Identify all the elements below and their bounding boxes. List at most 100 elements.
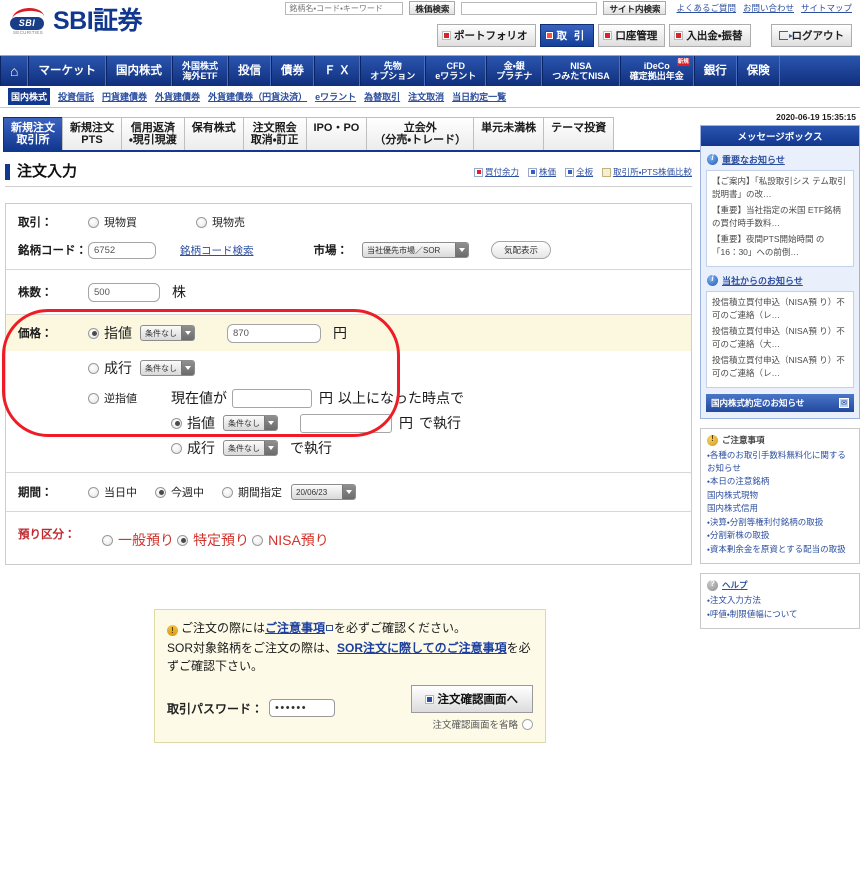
tab-margin-repayment[interactable]: 信用返済 ・現引現渡 (121, 117, 185, 150)
order-confirm-button[interactable]: 注文確認画面へ (410, 685, 533, 713)
radio-deposit-general[interactable]: 一般預り (102, 530, 174, 550)
radio-period-today[interactable]: 当日中 (88, 484, 137, 500)
buying-power-link[interactable]: 買付余力 (474, 166, 519, 178)
nav-market[interactable]: マーケット (28, 56, 106, 86)
nav-home[interactable]: ⌂ (0, 56, 29, 86)
nav-foreign-stock[interactable]: 外国株式 海外ETF (171, 56, 228, 86)
list-item[interactable]: ・呼値・制限値幅について (707, 608, 853, 621)
quantity-input[interactable] (88, 282, 160, 302)
tab-new-order-pts[interactable]: 新規注文 PTS (62, 117, 122, 150)
site-search-input[interactable] (461, 1, 598, 15)
stock-search-button[interactable]: 株価検索 (409, 1, 456, 15)
contact-link[interactable]: お問い合わせ (743, 2, 794, 14)
important-notice-link[interactable]: 重要なお知らせ (722, 153, 785, 166)
portfolio-button[interactable]: ポートフォリオ (437, 24, 536, 47)
list-item[interactable]: 投信積立買付申込（NISA預 り）不可のご連絡（レ… (712, 296, 848, 322)
tab-ipo-po[interactable]: IPO・PO (305, 117, 368, 150)
brand-logo[interactable]: SBI SECURITIES SBI証券 (10, 6, 143, 35)
tab-new-order-exchange[interactable]: 新規注文 取引所 (3, 117, 63, 150)
nav-cfd-ewarrant[interactable]: CFD eワラント (425, 56, 487, 86)
subnav-ewarrant[interactable]: eワラント (315, 90, 356, 103)
nav-ideco[interactable]: 新規 iDeCo 確定拠出年金 (619, 56, 694, 86)
nav-bank[interactable]: 銀行 (693, 56, 737, 86)
subnav-foreign-bonds-yen[interactable]: 外貨建債券（円貨決済） (208, 90, 307, 103)
limit-price-input[interactable] (227, 323, 321, 343)
list-item[interactable]: 【ご案内】「私設取引シス テム取引説明書」の改… (712, 175, 848, 201)
list-item[interactable]: 投信積立買付申込（NISA預 り）不可のご連絡（大… (712, 325, 848, 351)
radio-market-order[interactable]: 成行 (88, 358, 132, 378)
trade-button[interactable]: 取 引 (539, 24, 595, 47)
tab-odd-lot[interactable]: 単元未満株 (473, 117, 545, 150)
subnav-fx-trade[interactable]: 為替取引 (364, 90, 400, 103)
list-item[interactable]: ・本日の注意銘柄 (707, 475, 853, 488)
radio-deposit-specific[interactable]: 特定預り (177, 530, 249, 550)
period-date-select[interactable]: 20/06/23 (291, 484, 356, 500)
stop-trigger-input[interactable] (232, 388, 312, 408)
sitemap-link[interactable]: サイトマップ (801, 2, 852, 14)
trade-password-input[interactable] (269, 699, 336, 717)
company-notice-heading[interactable]: 当社からのお知らせ (707, 274, 854, 287)
logout-button[interactable]: ログアウト (770, 24, 852, 47)
subnav-foreign-bonds[interactable]: 外貨建債券 (155, 90, 200, 103)
limit-condition-select[interactable]: 条件なし (140, 325, 195, 341)
radio-sell-spot[interactable]: 現物売 (196, 214, 245, 230)
list-item[interactable]: ・決算・分割等権利付銘柄の取扱 (707, 516, 853, 529)
nav-investment-trust[interactable]: 投信 (227, 56, 271, 86)
tab-theme-investment[interactable]: テーマ投資 (543, 117, 615, 150)
nav-gold-silver-platinum[interactable]: 金・銀 プラチナ (486, 56, 543, 86)
stock-code-search-link[interactable]: 銘柄コード検索 (180, 243, 254, 258)
caution-items-link[interactable]: ご注意事項 (265, 621, 325, 635)
list-item[interactable]: 国内株式信用 (707, 502, 853, 515)
list-item[interactable]: 【重要】夜間PTS開始時間 の「16：30」への前倒… (712, 233, 848, 259)
account-management-button[interactable]: 口座管理 (598, 24, 666, 47)
sor-caution-link[interactable]: SOR注文に際してのご注意事項 (337, 641, 507, 655)
faq-link[interactable]: よくあるご質問 (676, 2, 736, 14)
nav-fx[interactable]: Ｆ Ｘ (313, 56, 361, 86)
radio-period-this-week[interactable]: 今週中 (155, 484, 204, 500)
radio-stop-limit[interactable]: 指値 (171, 413, 215, 433)
help-heading-link[interactable]: ヘルプ (722, 579, 748, 591)
nav-insurance[interactable]: 保険 (736, 56, 780, 86)
deposit-transfer-button[interactable]: 入出金・振替 (669, 24, 751, 47)
subnav-investment-trust[interactable]: 投資信託 (58, 90, 94, 103)
stop-limit-price-input[interactable] (300, 413, 392, 433)
radio-stop-market[interactable]: 成行 (171, 438, 215, 458)
price-comparison-link[interactable]: 取引所・PTS株価比較 (602, 166, 692, 178)
site-search-button[interactable]: サイト内検索 (603, 1, 667, 15)
subnav-yen-bonds[interactable]: 円貨建債券 (102, 90, 147, 103)
tab-off-auction[interactable]: 立会外 （分売・トレード） (366, 117, 475, 150)
list-item[interactable]: ・資本剰余金を原資とする配当の取扱 (707, 543, 853, 556)
nav-nisa[interactable]: NISA つみたてNISA (542, 56, 620, 86)
list-item[interactable]: 【重要】当社指定の米国 ETF銘柄の買付時手数料… (712, 204, 848, 230)
subnav-domestic-stock[interactable]: 国内株式 (8, 88, 51, 105)
tab-holdings[interactable]: 保有株式 (183, 117, 244, 150)
skip-confirm-row[interactable]: 注文確認画面を省略 (432, 717, 533, 731)
market-condition-select[interactable]: 条件なし (140, 360, 195, 376)
market-select[interactable]: 当社優先市場／SOR (362, 242, 469, 258)
nav-bonds[interactable]: 債券 (270, 56, 314, 86)
important-notice-heading[interactable]: 重要なお知らせ (707, 153, 854, 166)
stock-price-link[interactable]: 株価 (528, 166, 556, 178)
radio-limit-order[interactable]: 指値 (88, 323, 132, 343)
list-item[interactable]: ・分割新株の取扱 (707, 529, 853, 542)
company-notice-link[interactable]: 当社からのお知らせ (722, 274, 803, 287)
stop-market-condition-select[interactable]: 条件なし (223, 440, 278, 456)
radio-deposit-nisa[interactable]: NISA預り (252, 530, 329, 550)
radio-period-specify[interactable]: 期間指定 (222, 484, 282, 500)
stop-limit-condition-select[interactable]: 条件なし (223, 415, 278, 431)
radio-stop-order[interactable]: 逆指値 (88, 388, 137, 406)
list-item[interactable]: ・各種のお取引手数料無料化に関するお知らせ (707, 449, 853, 474)
tab-order-inquiry[interactable]: 注文照会 取消・訂正 (242, 117, 307, 150)
nav-futures-options[interactable]: 先物 オプション (360, 56, 426, 86)
stock-code-input[interactable] (88, 241, 156, 259)
radio-buy-spot[interactable]: 現物買 (88, 214, 196, 230)
execution-notice-bar[interactable]: 国内株式約定のお知らせ ✉ (706, 394, 854, 412)
quote-display-button[interactable]: 気配表示 (491, 241, 552, 259)
list-item[interactable]: 投信積立買付申込（NISA預 り）不可のご連絡（レ… (712, 354, 848, 380)
list-item[interactable]: 国内株式現物 (707, 489, 853, 502)
list-item[interactable]: ・注文入力方法 (707, 594, 853, 607)
subnav-order-cancel[interactable]: 注文取消 (408, 90, 444, 103)
skip-confirm-checkbox[interactable] (522, 718, 533, 730)
full-board-link[interactable]: 全板 (565, 166, 593, 178)
subnav-today-executions[interactable]: 当日約定一覧 (452, 90, 506, 103)
